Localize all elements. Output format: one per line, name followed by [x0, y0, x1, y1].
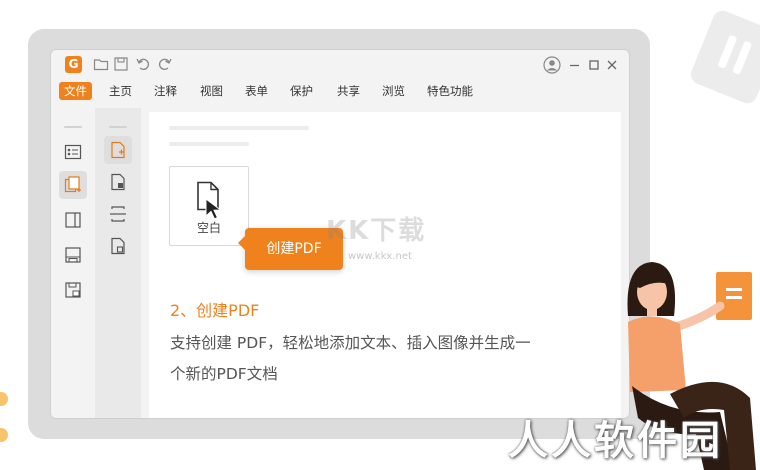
from-template-button[interactable] — [104, 232, 132, 260]
watermark-url: www.kkx.net — [348, 251, 412, 262]
menu-share[interactable]: 共享 — [332, 82, 365, 100]
blank-label: 空白 — [196, 221, 221, 235]
folder-icon[interactable] — [93, 56, 109, 72]
save-as-icon — [65, 282, 81, 298]
new-document-icon — [111, 141, 125, 159]
decorative-card — [687, 7, 760, 107]
close-icon[interactable] — [604, 57, 620, 73]
undo-icon[interactable] — [135, 56, 151, 72]
blank-document-card[interactable]: 空白 — [169, 166, 249, 246]
sidebar-save-button[interactable] — [59, 241, 87, 269]
skeleton-line — [169, 126, 309, 130]
secondary-sidebar — [95, 108, 141, 418]
menu-browse[interactable]: 浏览 — [377, 82, 410, 100]
minimize-icon[interactable] — [567, 57, 583, 73]
main-sidebar — [51, 108, 95, 418]
book-icon — [65, 212, 81, 228]
redo-icon[interactable] — [157, 56, 173, 72]
menu-home[interactable]: 主页 — [104, 82, 137, 100]
user-avatar-icon[interactable] — [543, 56, 561, 74]
from-file-button[interactable] — [104, 168, 132, 196]
step-description-line: 支持创建 PDF，轻松地添加文本、插入图像并生成一 — [170, 334, 531, 352]
floppy-icon — [65, 247, 81, 263]
skeleton-line — [169, 142, 249, 146]
sidebar-save-as-button[interactable] — [59, 276, 87, 304]
from-scanner-button[interactable] — [104, 200, 132, 228]
maximize-icon[interactable] — [586, 57, 602, 73]
sidebar-convert-button[interactable] — [59, 206, 87, 234]
step-description-line: 个新的PDF文档 — [170, 365, 278, 383]
menu-special-features[interactable]: 特色功能 — [422, 82, 478, 100]
title-bar: G — [51, 50, 629, 80]
sidebar-info-button[interactable] — [59, 138, 87, 166]
new-blank-button[interactable] — [104, 136, 132, 164]
decorative-dot — [0, 428, 8, 442]
decorative-dot — [0, 392, 8, 406]
sidebar-create-button[interactable] — [59, 171, 87, 199]
step-description: 支持创建 PDF，轻松地添加文本、插入图像并生成一 个新的PDF文档 — [170, 328, 610, 390]
menu-view[interactable]: 视图 — [195, 82, 228, 100]
menu-annotate[interactable]: 注释 — [149, 82, 182, 100]
info-list-icon — [64, 144, 82, 160]
scanner-icon — [110, 206, 126, 222]
sidebar-separator — [109, 126, 127, 128]
create-document-icon — [64, 176, 81, 193]
menu-bar: 文件 主页 注释 视图 表单 保护 共享 浏览 特色功能 — [51, 80, 629, 102]
app-logo: G — [65, 56, 82, 73]
document-template-icon — [111, 237, 125, 255]
document-lock-icon — [111, 173, 125, 191]
sidebar-separator — [64, 126, 82, 128]
menu-form[interactable]: 表单 — [240, 82, 273, 100]
menu-file[interactable]: 文件 — [59, 82, 92, 100]
menu-protect[interactable]: 保护 — [285, 82, 318, 100]
save-icon[interactable] — [113, 56, 129, 72]
brand-watermark: 人人软件园 — [508, 418, 723, 464]
step-title: 2、创建PDF — [170, 301, 260, 320]
watermark-logo: KK下载 — [326, 216, 427, 246]
